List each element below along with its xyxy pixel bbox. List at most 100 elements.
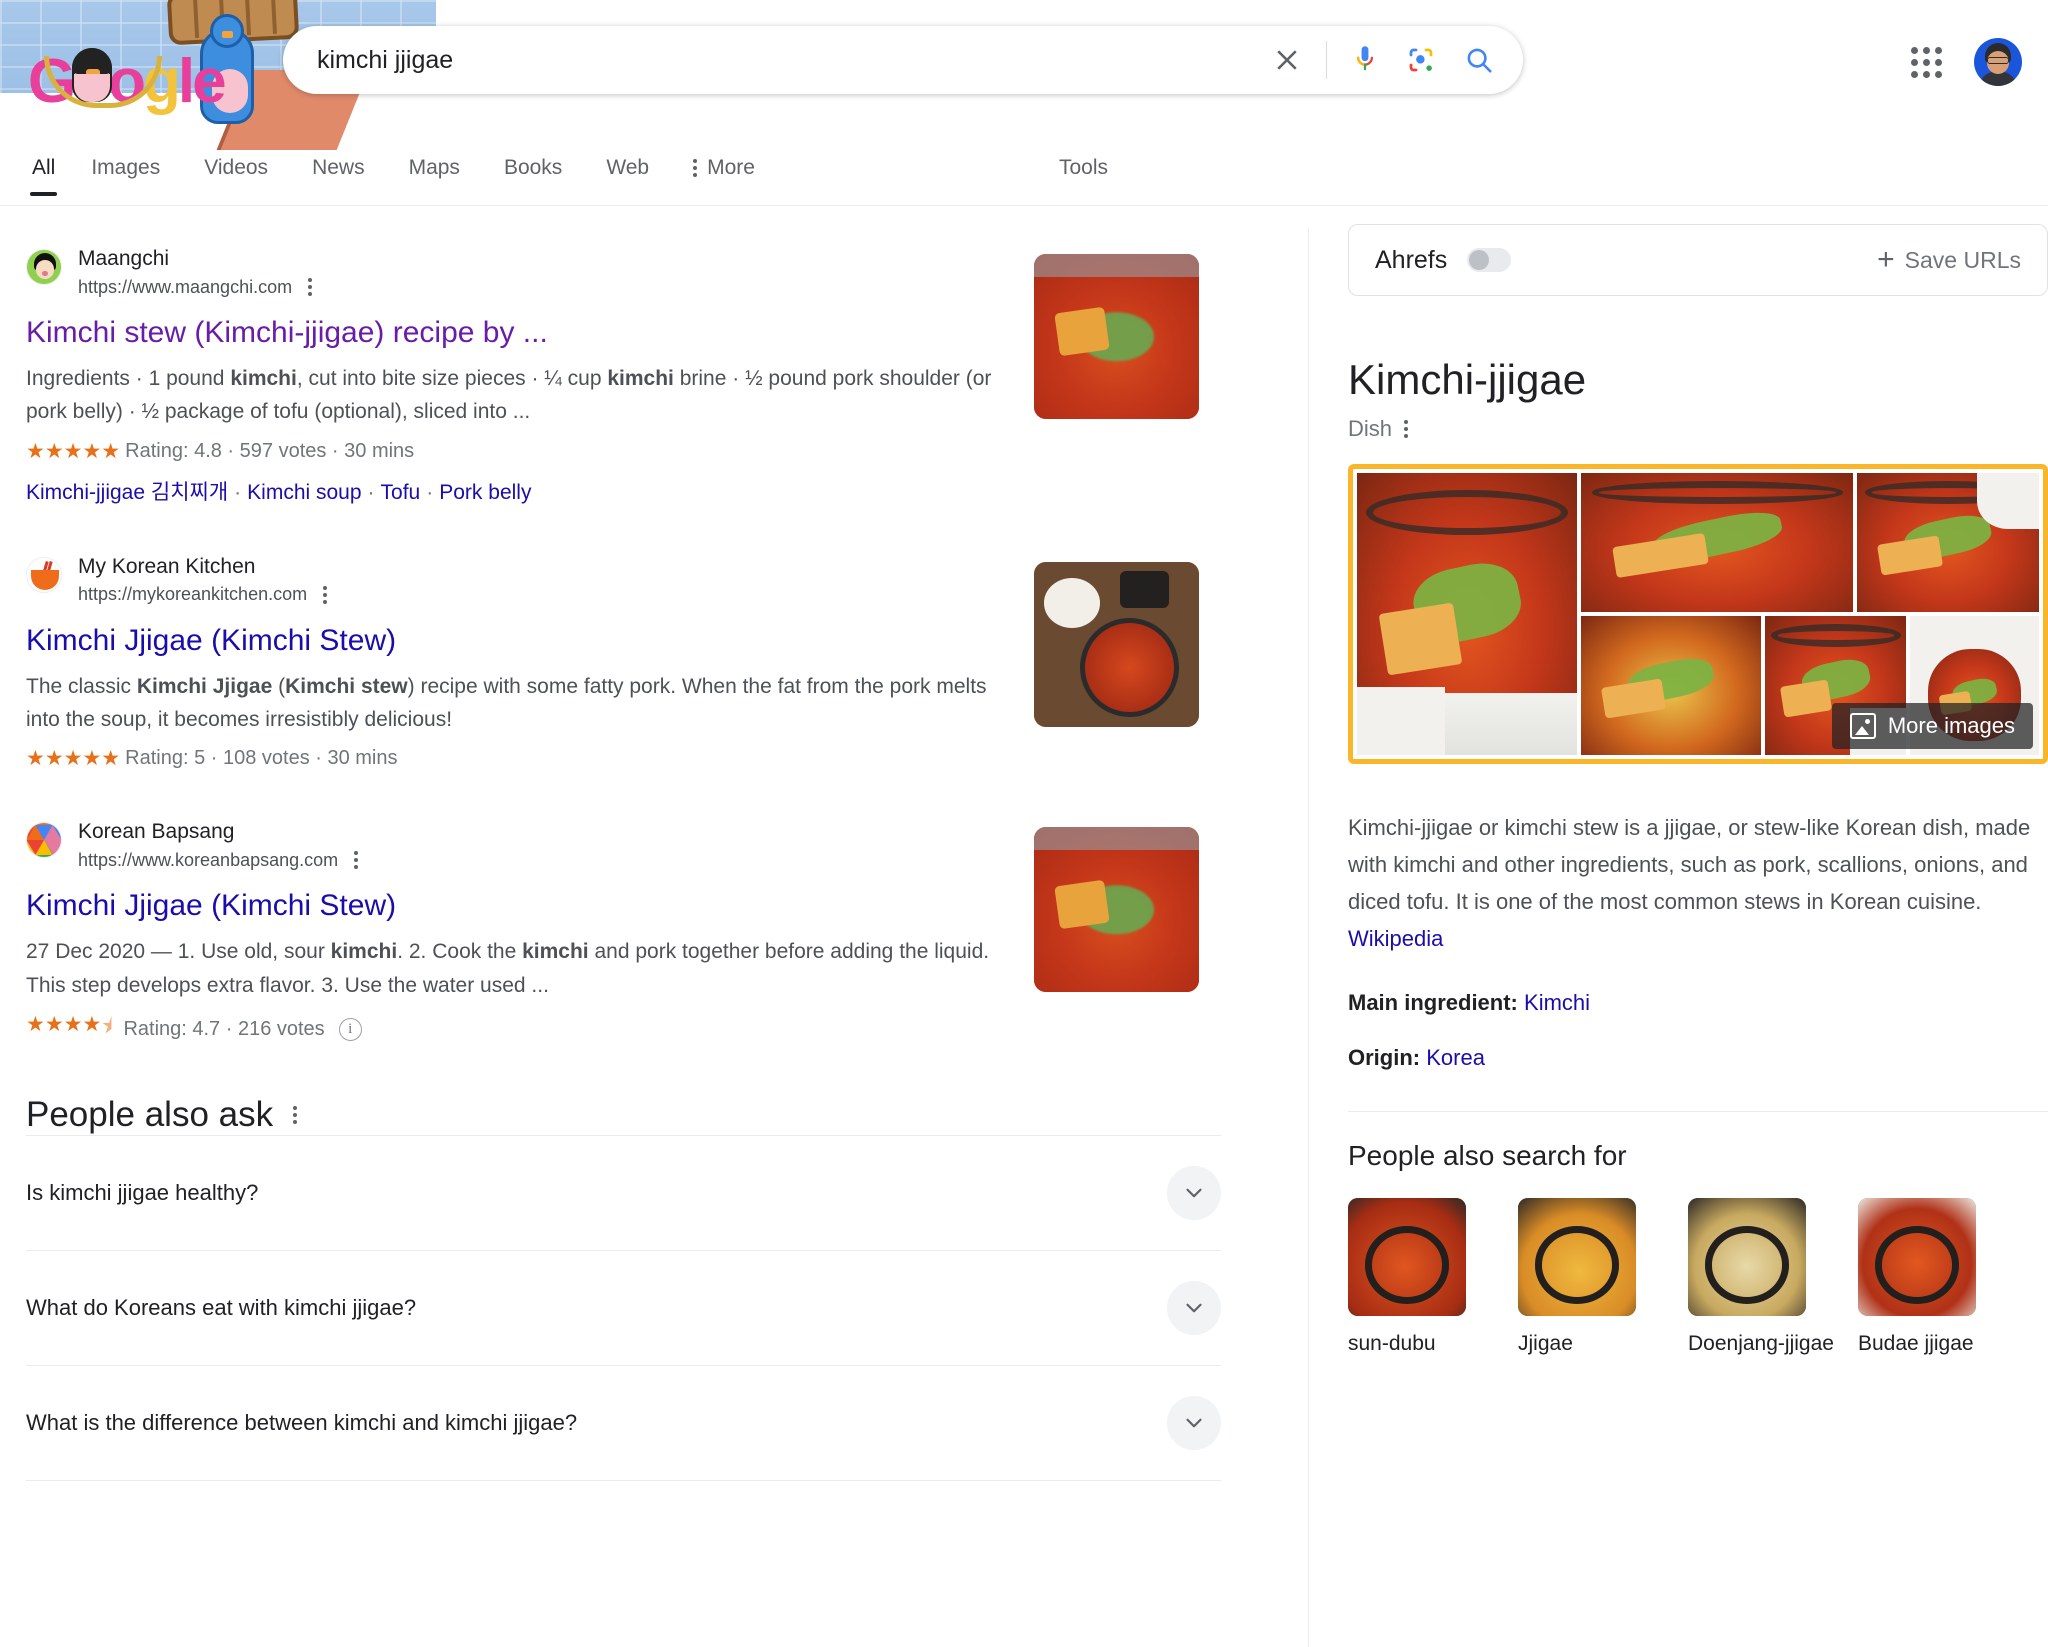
chevron-down-icon[interactable] (1167, 1166, 1221, 1220)
related-search-item[interactable]: Budae jjigae (1858, 1198, 2010, 1357)
content-area: Maangchi https://www.maangchi.com Kimchi… (0, 206, 2048, 1647)
column-divider (1308, 228, 1309, 1647)
result-options-icon[interactable] (304, 274, 316, 300)
result-options-icon[interactable] (319, 582, 331, 608)
search-result: Maangchi https://www.maangchi.com Kimchi… (26, 246, 1305, 506)
avatar[interactable] (1974, 38, 2022, 86)
related-search-item[interactable]: Jjigae (1518, 1198, 1670, 1357)
rating-text: Rating: 5 · 108 votes · 30 mins (125, 747, 397, 770)
result-snippet: Ingredients · 1 pound kimchi, cut into b… (26, 362, 1026, 428)
google-lens-icon[interactable] (1399, 37, 1443, 83)
knowledge-panel-subtitle-row: Dish (1348, 416, 2048, 442)
search-result: Korean Bapsang https://www.koreanbapsang… (26, 819, 1305, 1047)
tab-books[interactable]: Books (482, 150, 584, 196)
fact-value-link[interactable]: Kimchi (1524, 990, 1590, 1015)
google-apps-icon[interactable] (1908, 44, 1944, 80)
search-icon[interactable] (1457, 37, 1501, 83)
people-also-ask-section: People also ask Is kimchi jjigae healthy… (26, 1095, 1221, 1481)
kp-image-main[interactable] (1357, 473, 1577, 755)
search-bar (283, 26, 1523, 94)
search-input[interactable] (315, 45, 1264, 76)
kp-fact-main-ingredient: Main ingredient: Kimchi (1348, 984, 2048, 1021)
result-header: Korean Bapsang https://www.koreanbapsang… (26, 819, 1045, 873)
related-search-label: Budae jjigae (1858, 1330, 2010, 1357)
result-rating: ★★★★⯨ Rating: 4.7 · 216 votes i (26, 1012, 1045, 1047)
kp-image-thumb[interactable] (1581, 616, 1761, 755)
sitelink[interactable]: Pork belly (439, 481, 531, 504)
doodle-bird-head (210, 14, 244, 48)
result-title-link[interactable]: Kimchi Jjigae (Kimchi Stew) (26, 621, 1045, 660)
tab-web[interactable]: Web (584, 150, 671, 196)
knowledge-panel-description: Kimchi-jjigae or kimchi stew is a jjigae… (1348, 810, 2048, 958)
tab-all[interactable]: All (18, 150, 69, 196)
save-urls-button[interactable]: + Save URLs (1877, 245, 2021, 275)
result-options-icon[interactable] (350, 847, 362, 873)
snippet-part: The classic (26, 675, 137, 698)
paa-item[interactable]: What is the difference between kimchi an… (26, 1365, 1221, 1481)
result-thumbnail[interactable] (1034, 562, 1199, 727)
paa-options-icon[interactable] (293, 1106, 297, 1124)
result-site-name: Maangchi (78, 246, 316, 272)
results-column: Maangchi https://www.maangchi.com Kimchi… (0, 206, 1305, 1481)
page-header: Google (0, 0, 2048, 150)
snippet-part: , cut into bite size pieces · ¼ cup (297, 367, 608, 390)
image-icon (1850, 713, 1876, 739)
paa-question: Is kimchi jjigae healthy? (26, 1180, 258, 1206)
wikipedia-link[interactable]: Wikipedia (1348, 926, 1443, 951)
tab-videos[interactable]: Videos (182, 150, 290, 196)
save-urls-label: Save URLs (1905, 247, 2021, 274)
result-snippet: 27 Dec 2020 — 1. Use old, sour kimchi. 2… (26, 935, 1026, 1001)
snippet-part: . 2. Cook the (397, 940, 522, 963)
chevron-down-icon[interactable] (1167, 1281, 1221, 1335)
knowledge-panel-title: Kimchi-jjigae (1348, 356, 2048, 404)
people-also-search-grid: sun-dubu Jjigae Doenjang-jjigae Budae jj… (1348, 1198, 2048, 1357)
result-url: https://mykoreankitchen.com (78, 584, 307, 605)
paa-item[interactable]: Is kimchi jjigae healthy? (26, 1135, 1221, 1250)
more-images-label: More images (1888, 713, 2015, 739)
description-text: Kimchi-jjigae or kimchi stew is a jjigae… (1348, 815, 2030, 914)
result-snippet: The classic Kimchi Jjigae (Kimchi stew) … (26, 670, 1026, 736)
snippet-bold: kimchi (230, 367, 297, 390)
favicon-icon (26, 249, 62, 285)
tab-more-label: More (707, 156, 755, 180)
sitelink[interactable]: Kimchi-jjigae 김치찌개 (26, 481, 228, 504)
related-search-item[interactable]: sun-dubu (1348, 1198, 1500, 1357)
tab-maps[interactable]: Maps (387, 150, 482, 196)
paa-question: What do Koreans eat with kimchi jjigae? (26, 1295, 416, 1321)
chevron-down-icon[interactable] (1167, 1396, 1221, 1450)
paa-item[interactable]: What do Koreans eat with kimchi jjigae? (26, 1250, 1221, 1365)
result-rating: ★★★★★ Rating: 4.8 · 597 votes · 30 mins (26, 439, 1045, 464)
star-rating-icon: ★★★★★ (26, 746, 120, 771)
related-search-label: Jjigae (1518, 1330, 1670, 1357)
result-title-link[interactable]: Kimchi Jjigae (Kimchi Stew) (26, 886, 1045, 925)
sitelink[interactable]: Tofu (381, 481, 421, 504)
tab-images[interactable]: Images (69, 150, 182, 196)
rating-text: Rating: 4.7 · 216 votes (123, 1018, 324, 1041)
snippet-part: Ingredients · 1 pound (26, 367, 230, 390)
close-icon[interactable] (1264, 37, 1310, 83)
related-search-item[interactable]: Doenjang-jjigae (1688, 1198, 1840, 1357)
kp-options-icon[interactable] (1404, 420, 1408, 438)
tab-more[interactable]: More (671, 150, 777, 196)
result-header: Maangchi https://www.maangchi.com (26, 246, 1045, 300)
tab-news[interactable]: News (290, 150, 387, 196)
kp-image-thumb[interactable] (1857, 473, 2039, 612)
kp-image-thumb[interactable] (1581, 473, 1853, 612)
favicon-icon (26, 822, 62, 858)
related-search-label: Doenjang-jjigae (1688, 1330, 1840, 1357)
sitelink[interactable]: Kimchi soup (247, 481, 361, 504)
microphone-icon[interactable] (1343, 37, 1387, 83)
result-title-link[interactable]: Kimchi stew (Kimchi-jjigae) recipe by ..… (26, 313, 1045, 352)
tools-button[interactable]: Tools (1037, 150, 1130, 196)
header-actions (1908, 38, 2022, 86)
kp-fact-origin: Origin: Korea (1348, 1039, 2048, 1076)
result-header: My Korean Kitchen https://mykoreankitche… (26, 554, 1045, 608)
result-thumbnail[interactable] (1034, 827, 1199, 992)
info-icon[interactable]: i (339, 1018, 362, 1041)
ahrefs-toggle[interactable] (1467, 248, 1511, 272)
more-images-button[interactable]: More images (1832, 703, 2033, 749)
knowledge-panel-image-grid[interactable]: More images (1348, 464, 2048, 764)
result-thumbnail[interactable] (1034, 254, 1199, 419)
result-rating: ★★★★★ Rating: 5 · 108 votes · 30 mins (26, 746, 1045, 771)
fact-value-link[interactable]: Korea (1426, 1045, 1485, 1070)
